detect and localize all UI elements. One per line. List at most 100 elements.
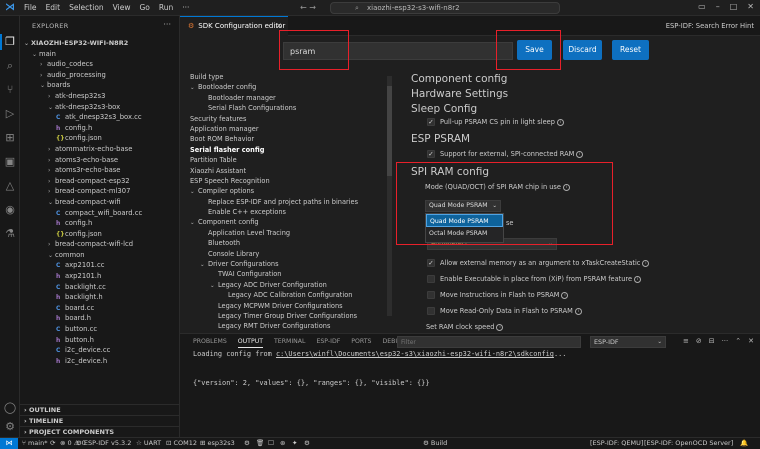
idf-version-item[interactable]: ⚙ ESP-IDF v5.3.2 xyxy=(76,438,131,449)
panel-tab-terminal[interactable]: TERMINAL xyxy=(274,338,305,348)
search-view-icon[interactable]: ⌕ xyxy=(3,59,17,73)
remote-explorer-icon[interactable]: ▣ xyxy=(3,155,17,169)
close-window-icon[interactable]: ✕ xyxy=(747,2,754,11)
back-arrow-icon[interactable]: ← xyxy=(300,3,307,12)
output-channel-select[interactable]: ESP-IDF ⌄ xyxy=(590,336,666,348)
espressif-icon[interactable]: ◉ xyxy=(3,203,17,217)
tab-right-title[interactable]: ESP-IDF: Search Error Hint xyxy=(666,16,754,36)
folder-item[interactable]: ⌄ common xyxy=(20,250,179,261)
more-icon[interactable]: ··· xyxy=(722,337,729,345)
tab-sdk-config[interactable]: ⚙ SDK Configuration editor ✕ xyxy=(180,16,288,36)
folder-item[interactable]: › atoms3-echo-base xyxy=(20,155,179,166)
fullclean-icon[interactable]: 🗑 xyxy=(256,438,264,449)
config-nav-item[interactable]: Security features xyxy=(190,114,390,124)
maximize-icon[interactable]: □ xyxy=(730,2,738,11)
config-nav-item[interactable]: ⌄ Bootloader config xyxy=(190,82,390,92)
run-debug-icon[interactable]: ▷ xyxy=(3,107,17,121)
folder-item[interactable]: ⌄ atk-dnesp32s3-box xyxy=(20,102,179,113)
file-item[interactable]: h i2c_device.h xyxy=(20,356,179,367)
folder-item[interactable]: › bread-compact-ml307 xyxy=(20,186,179,197)
folder-item[interactable]: › audio_codecs xyxy=(20,59,179,70)
pullup-checkbox[interactable]: ✓ xyxy=(427,118,435,126)
menu-selection[interactable]: Selection xyxy=(69,3,104,12)
info-icon[interactable]: i xyxy=(556,118,564,126)
file-item[interactable]: Cboard.cc xyxy=(20,303,179,314)
config-nav-item[interactable]: Console Library xyxy=(190,249,390,259)
move-rodata-checkbox[interactable] xyxy=(427,307,435,315)
file-item[interactable]: h board.h xyxy=(20,313,179,324)
folder-item[interactable]: ⌄ XIAOZHI-ESP32-WIFI-N8R2 xyxy=(20,38,179,49)
file-item[interactable]: {}config.json xyxy=(20,229,179,240)
config-nav-item[interactable]: Application manager xyxy=(190,124,390,134)
section-timeline[interactable]: › TIMELINE xyxy=(20,415,179,426)
folder-item[interactable]: › atoms3r-echo-base xyxy=(20,165,179,176)
info-icon[interactable]: i xyxy=(574,307,582,315)
config-nav-item[interactable]: Enable C++ exceptions xyxy=(190,207,390,217)
command-center[interactable]: ⌕ xiaozhi-esp32-s3-wifi-n8r2 xyxy=(330,2,560,14)
file-item[interactable]: h config.h xyxy=(20,218,179,229)
xip-checkbox[interactable] xyxy=(427,275,435,283)
build-item[interactable]: ⚙ Build xyxy=(423,438,447,449)
folder-item[interactable]: › audio_processing xyxy=(20,70,179,81)
sdkconfig-icon[interactable]: ⚙ xyxy=(244,438,250,449)
config-nav-item[interactable]: Bootloader manager xyxy=(190,93,390,103)
info-icon[interactable]: i xyxy=(561,291,569,299)
file-item[interactable]: {}config.json xyxy=(20,133,179,144)
port-item[interactable]: ⊡ COM12 xyxy=(166,438,197,449)
config-nav-item[interactable]: Build type xyxy=(190,72,390,82)
scroll-thumb[interactable] xyxy=(387,86,392,176)
config-nav-item[interactable]: Replace ESP-IDF and project paths in bin… xyxy=(190,197,390,207)
menu-more[interactable]: ··· xyxy=(182,3,189,12)
forward-arrow-icon[interactable]: → xyxy=(309,3,316,12)
discard-button[interactable]: Discard xyxy=(563,40,602,60)
branch-item[interactable]: ⑂ main* xyxy=(22,438,47,449)
reset-button[interactable]: Reset xyxy=(612,40,649,60)
info-icon[interactable]: i xyxy=(496,323,504,331)
folder-item[interactable]: › atk-dnesp32s3 xyxy=(20,91,179,102)
config-nav-item[interactable]: Legacy ADC Calibration Configuration xyxy=(190,290,390,300)
menu-file[interactable]: File xyxy=(24,3,37,12)
config-nav-item[interactable]: ⌄ Legacy ADC Driver Configuration xyxy=(190,280,390,290)
move-instr-checkbox[interactable] xyxy=(427,291,435,299)
sync-icon[interactable]: ⟳ xyxy=(50,438,55,449)
openocd-item[interactable]: [ESP-IDF: OpenOCD Server] xyxy=(644,438,733,449)
close-panel-icon[interactable]: ✕ xyxy=(748,337,754,345)
panel-tab-output[interactable]: OUTPUT xyxy=(237,338,263,348)
extensions-icon[interactable]: ⊞ xyxy=(3,131,17,145)
qemu-item[interactable]: [ESP-IDF: QEMU] xyxy=(590,438,643,449)
flame-icon[interactable]: ✦ xyxy=(292,438,297,449)
folder-item[interactable]: ⌄ boards xyxy=(20,80,179,91)
testing-icon[interactable]: ⚗ xyxy=(3,227,17,241)
config-nav-item[interactable]: Legacy MCPWM Driver Configurations xyxy=(190,301,390,311)
info-icon[interactable]: i xyxy=(642,259,650,267)
config-nav-item[interactable]: Bluetooth xyxy=(190,238,390,248)
info-icon[interactable]: i xyxy=(634,275,642,283)
file-item[interactable]: h backlight.h xyxy=(20,292,179,303)
notifications-icon[interactable]: 🔔 xyxy=(740,438,748,449)
section-outline[interactable]: › OUTLINE xyxy=(20,404,179,415)
flash-icon[interactable]: ☐ xyxy=(268,438,274,449)
settings-gear-icon[interactable]: ⚙ xyxy=(3,420,17,434)
config-nav-item[interactable]: Serial flasher config xyxy=(190,145,390,155)
config-nav-item[interactable]: ESP Speech Recognition xyxy=(190,176,390,186)
folder-item[interactable]: › bread-compact-wifi-lcd xyxy=(20,239,179,250)
config-nav-item[interactable]: Legacy RMT Driver Configurations xyxy=(190,321,390,331)
section-project-components[interactable]: › PROJECT COMPONENTS xyxy=(20,426,179,437)
folder-item[interactable]: ⌄ main xyxy=(20,49,179,60)
config-nav-item[interactable]: ⌄ Component config xyxy=(190,217,390,227)
layout-icon[interactable]: ▭ xyxy=(698,2,706,11)
file-item[interactable]: Cbacklight.cc xyxy=(20,282,179,293)
folder-item[interactable]: › atommatrix-echo-base xyxy=(20,144,179,155)
config-nav-item[interactable]: TWAI Configuration xyxy=(190,269,390,279)
folder-item[interactable]: › bread-compact-esp32 xyxy=(20,176,179,187)
config-nav-item[interactable]: Application Level Tracing xyxy=(190,228,390,238)
menu-edit[interactable]: Edit xyxy=(46,3,61,12)
file-item[interactable]: Ci2c_device.cc xyxy=(20,345,179,356)
file-item[interactable]: h button.h xyxy=(20,335,179,346)
support-checkbox[interactable]: ✓ xyxy=(427,150,435,158)
file-item[interactable]: h axp2101.h xyxy=(20,271,179,282)
file-item[interactable]: Catk_dnesp32s3_box.cc xyxy=(20,112,179,123)
lock-scroll-icon[interactable]: ⊟ xyxy=(709,337,715,345)
file-item[interactable]: Ccompact_wifi_board.cc xyxy=(20,208,179,219)
menu-go[interactable]: Go xyxy=(139,3,149,12)
